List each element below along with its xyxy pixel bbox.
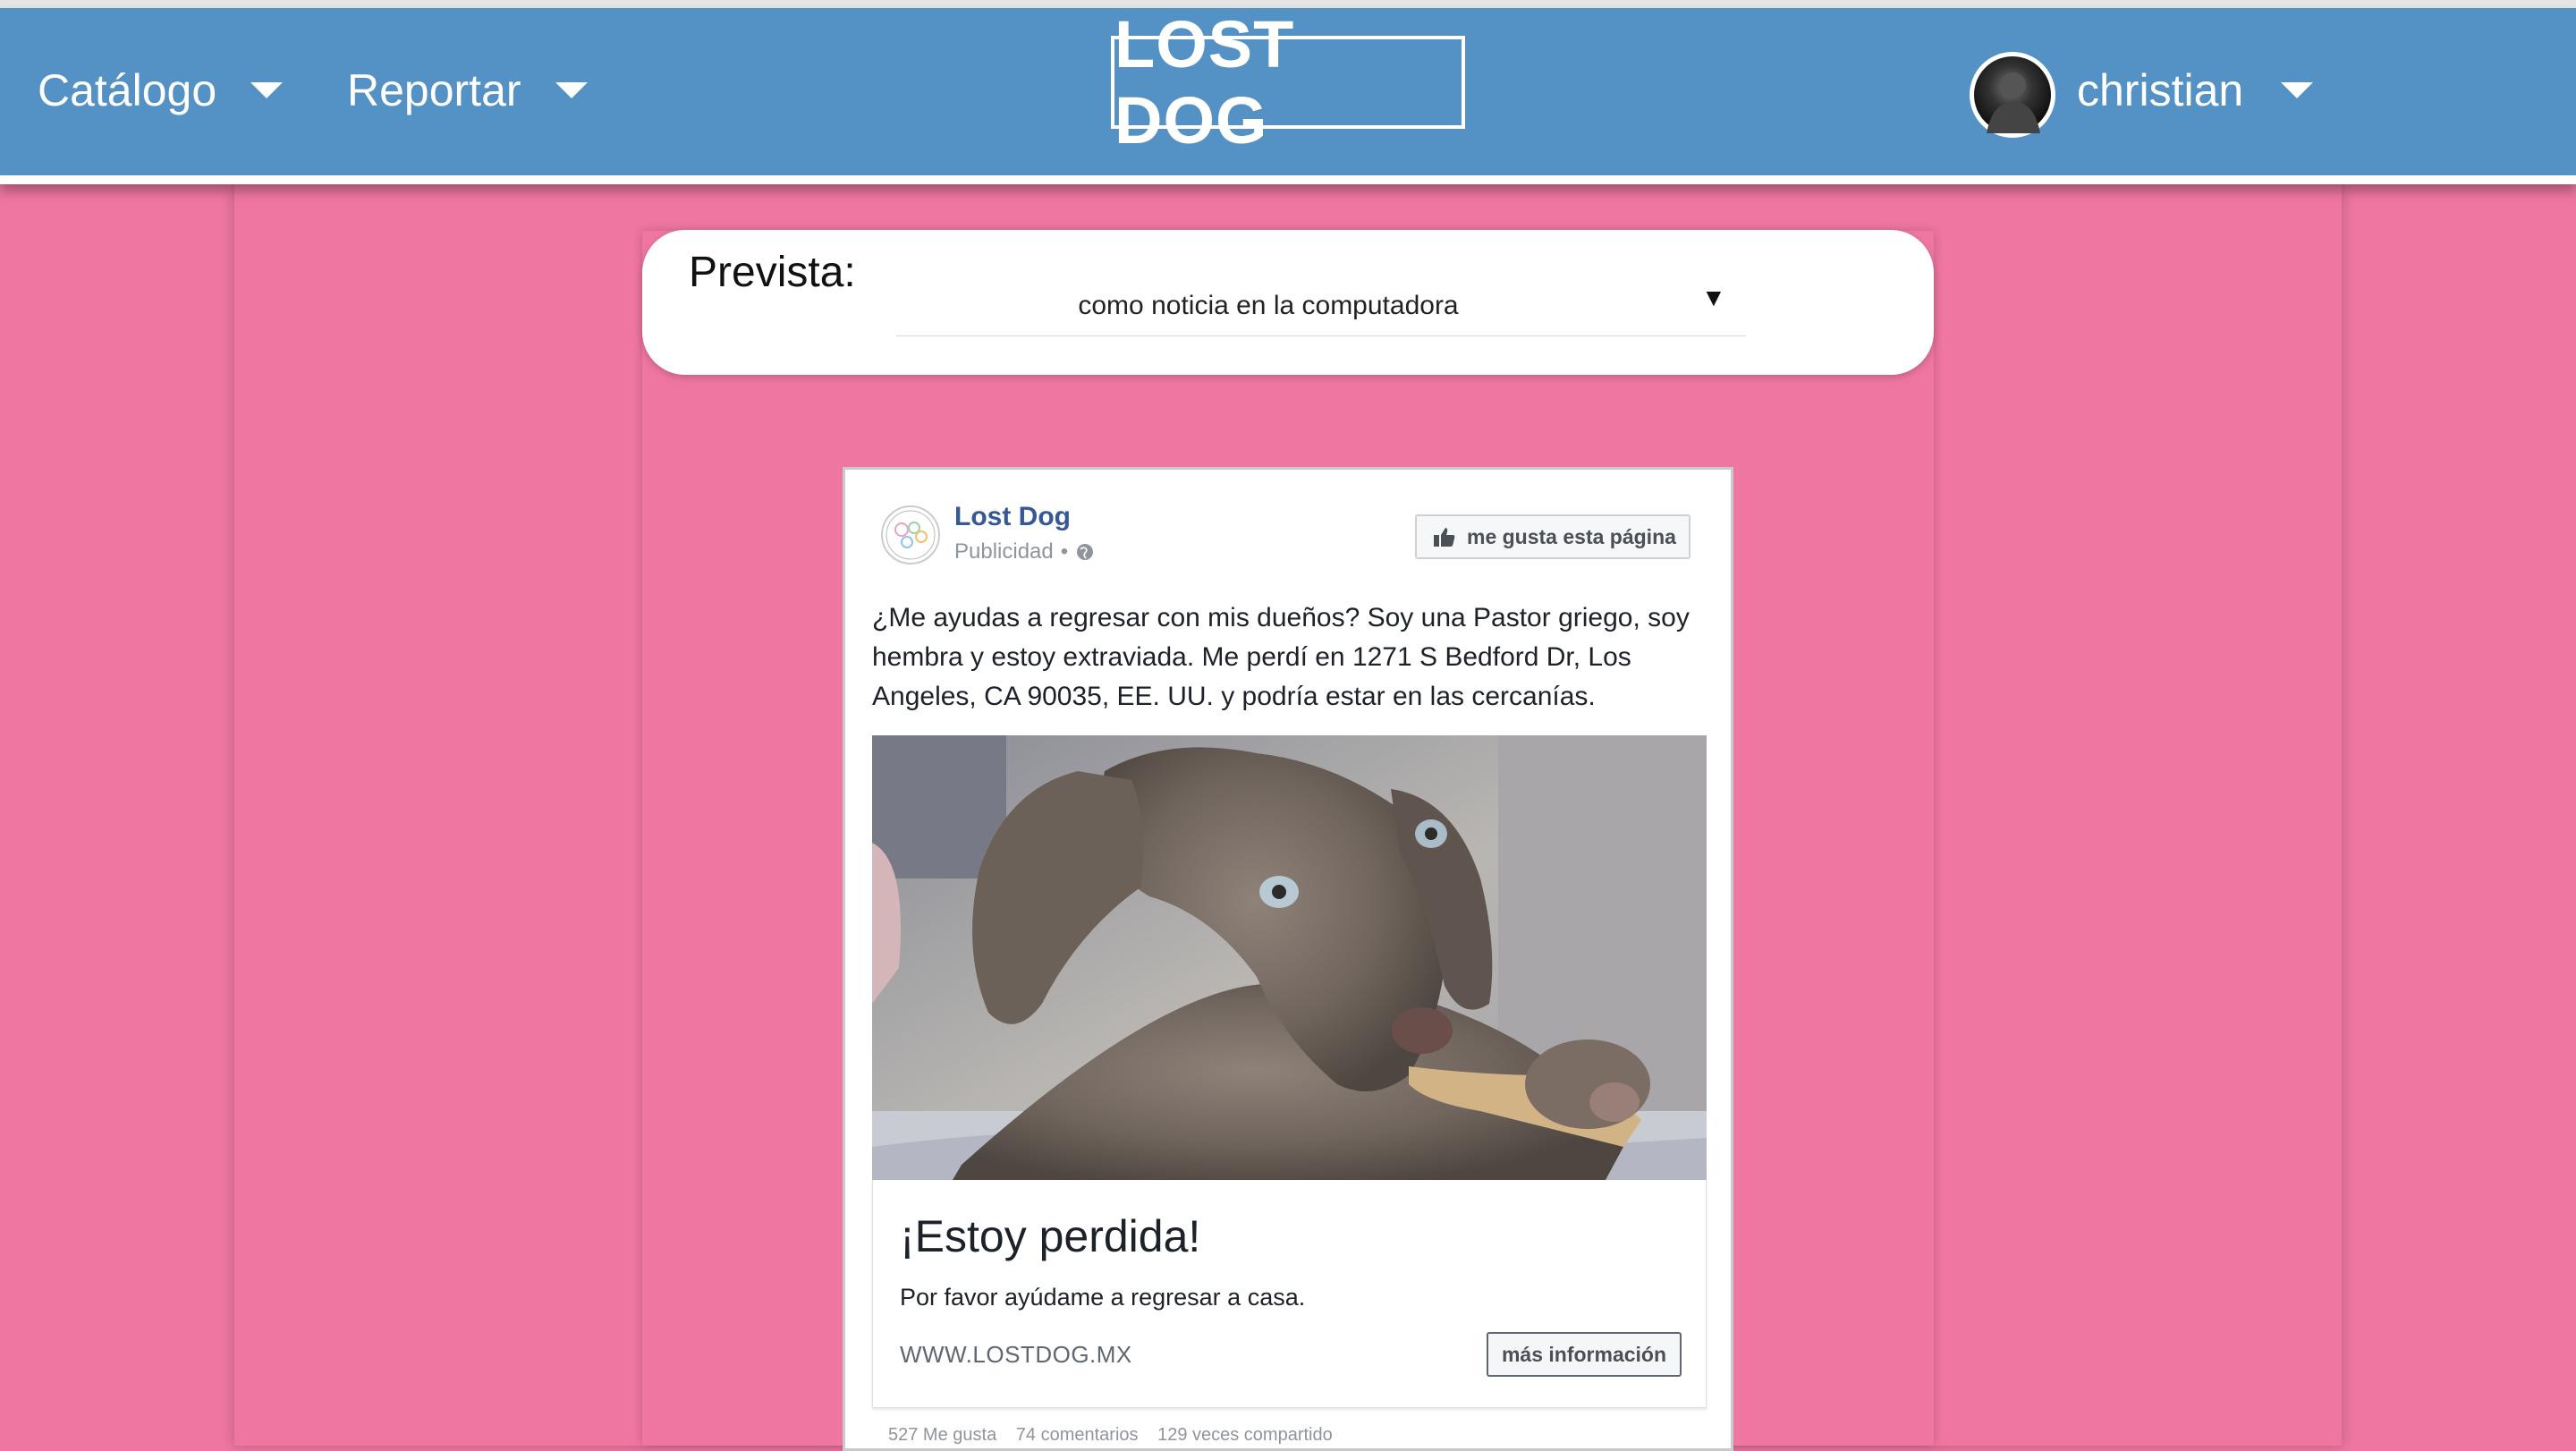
dropdown-arrow-icon: ▼ [1701, 284, 1726, 311]
thumbs-up-icon [1434, 528, 1455, 547]
like-page-label: me gusta esta página [1467, 524, 1676, 548]
top-navbar: Catálogo Reportar LOST DOG christian [0, 7, 2576, 184]
report-menu[interactable]: Reportar [347, 64, 588, 117]
learn-more-label: más información [1501, 1342, 1667, 1366]
user-menu[interactable]: christian [2077, 64, 2314, 117]
preview-mode-select[interactable]: como noticia en la computadora ▼ [896, 271, 1746, 336]
page-avatar[interactable] [881, 505, 940, 564]
user-avatar[interactable] [1970, 52, 2055, 138]
preview-label: Prevista: [689, 249, 856, 296]
preview-selector-bar: Prevista: como noticia en la computadora… [642, 230, 1934, 375]
chevron-down-icon [555, 82, 588, 98]
sponsored-label: Publicidad [954, 539, 1054, 564]
comments-count[interactable]: 74 comentarios [1016, 1425, 1139, 1445]
ad-description: Por favor ayúdame a regresar a casa. [900, 1284, 1306, 1311]
lost-dog-logo-icon [886, 510, 936, 560]
dog-photo[interactable] [872, 735, 1707, 1180]
globe-icon [1077, 544, 1094, 560]
chevron-down-icon [250, 82, 284, 98]
catalog-menu-label: Catálogo [38, 65, 217, 115]
shares-count[interactable]: 129 veces compartido [1157, 1425, 1333, 1445]
site-logo[interactable]: LOST DOG [1111, 7, 1465, 157]
learn-more-button[interactable]: más información [1487, 1332, 1682, 1377]
ad-headline: ¡Estoy perdida! [900, 1211, 1201, 1261]
weimaraner-puppy-image [872, 735, 1707, 1180]
like-page-button[interactable]: me gusta esta página [1415, 514, 1690, 559]
report-menu-label: Reportar [347, 65, 521, 115]
ad-body-text: ¿Me ayudas a regresar con mis dueños? So… [872, 603, 1690, 711]
preview-mode-value: como noticia en la computadora [1078, 291, 1459, 320]
user-silhouette-icon [1987, 72, 2040, 133]
catalog-menu[interactable]: Catálogo [38, 64, 284, 117]
user-name: christian [2077, 65, 2244, 115]
chevron-down-icon [2281, 82, 2314, 98]
engagement-stats: 527 Me gusta 74 comentarios 129 veces co… [888, 1425, 1347, 1446]
separator-dot: • [1060, 539, 1069, 564]
ad-preview-card: Lost Dog Publicidad • me gusta esta pági… [843, 467, 1733, 1451]
sponsored-line: Publicidad • [954, 539, 1095, 564]
ad-domain: WWW.LOSTDOG.MX [900, 1341, 1132, 1368]
site-logo-text: LOST DOG [1114, 7, 1295, 157]
link-preview-box[interactable]: ¡Estoy perdida! Por favor ayúdame a regr… [872, 1180, 1707, 1408]
page-name-link[interactable]: Lost Dog [954, 502, 1071, 532]
likes-count[interactable]: 527 Me gusta [888, 1425, 996, 1445]
